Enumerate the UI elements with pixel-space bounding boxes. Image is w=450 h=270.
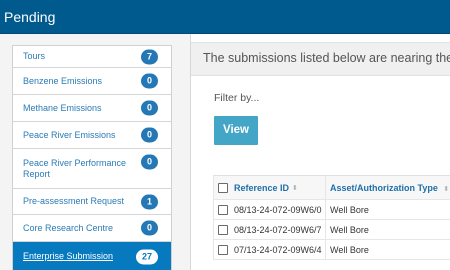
sidebar-item-label: Peace River Emissions [23,129,116,140]
submissions-table: Reference ID ⬍ Asset/Authorization Type … [213,175,450,260]
filter-label: Filter by... [214,92,260,104]
sidebar-item-pre-assessment-request[interactable]: Pre-assessment Request 1 [13,189,171,215]
table-row: 08/13-24-072-09W6/0 Well Bore [213,200,450,220]
count-badge: 7 [141,49,158,64]
count-badge: 0 [141,220,158,236]
main-content: The submissions listed below are nearing… [191,34,450,270]
count-badge: 0 [141,73,158,89]
row-select-cell [214,204,232,215]
asset-type-cell: Well Bore [330,244,369,255]
count-badge: 27 [136,249,158,264]
table-row: 08/13-24-072-09W6/7 Well Bore [213,220,450,240]
count-badge: 0 [141,100,158,116]
sidebar-item-tours[interactable]: Tours 7 [13,46,171,68]
row-checkbox[interactable] [218,244,228,255]
asset-type-cell: Well Bore [330,224,369,235]
row-checkbox[interactable] [218,224,228,235]
reference-id-cell: 08/13-24-072-09W6/0 [232,200,326,219]
sidebar-nav: Tours 7 Benzene Emissions 0 Methane Emis… [12,45,172,270]
count-badge: 0 [141,154,158,170]
view-button[interactable]: View [214,116,258,145]
column-header-reference-id[interactable]: Reference ID ⬍ [232,176,326,199]
count-badge: 1 [141,194,158,209]
page-title: Pending [4,9,56,25]
notice-banner: The submissions listed below are nearing… [191,42,450,76]
sidebar-item-enterprise-submission[interactable]: Enterprise Submission 27 [13,242,171,270]
sidebar-item-label: Enterprise Submission [23,251,114,261]
row-checkbox[interactable] [218,204,228,215]
sidebar-item-label: Methane Emissions [23,102,102,113]
table-header-row: Reference ID ⬍ Asset/Authorization Type … [213,176,450,200]
sidebar-item-core-research-centre[interactable]: Core Research Centre 0 [13,215,171,242]
sidebar-item-methane-emissions[interactable]: Methane Emissions 0 [13,95,171,122]
column-header-asset-type[interactable]: Asset/Authorization Type ⬍ [326,183,449,193]
pending-page: Pending Tours 7 Benzene Emissions 0 Meth… [0,0,450,270]
notice-text: The submissions listed below are nearing… [203,51,450,65]
sidebar-item-label: Tours [23,51,46,61]
sort-arrows-icon: ⬍ [292,184,298,192]
table-row: 07/13-24-072-09W6/4 Well Bore [213,240,450,260]
sidebar-item-label: Pre-assessment Request [23,196,125,206]
row-select-cell [214,224,232,235]
reference-id-cell: 07/13-24-072-09W6/4 [232,240,326,259]
sidebar-item-benzene-emissions[interactable]: Benzene Emissions 0 [13,68,171,95]
count-badge: 0 [141,127,158,143]
sidebar-item-label: Core Research Centre [23,222,114,233]
select-all-cell [214,182,232,193]
sidebar-item-peace-river-emissions[interactable]: Peace River Emissions 0 [13,122,171,149]
sidebar-item-label: Peace River Performance Report [23,157,127,179]
sidebar-item-label: Benzene Emissions [23,75,103,86]
row-select-cell [214,244,232,255]
asset-type-cell: Well Bore [330,204,369,215]
select-all-checkbox[interactable] [218,182,228,193]
sidebar-item-peace-river-performance-report[interactable]: Peace River Performance Report 0 [13,149,171,189]
page-header: Pending [0,0,450,34]
reference-id-cell: 08/13-24-072-09W6/7 [232,220,326,239]
sort-arrows-icon: ⬍ [443,185,450,193]
